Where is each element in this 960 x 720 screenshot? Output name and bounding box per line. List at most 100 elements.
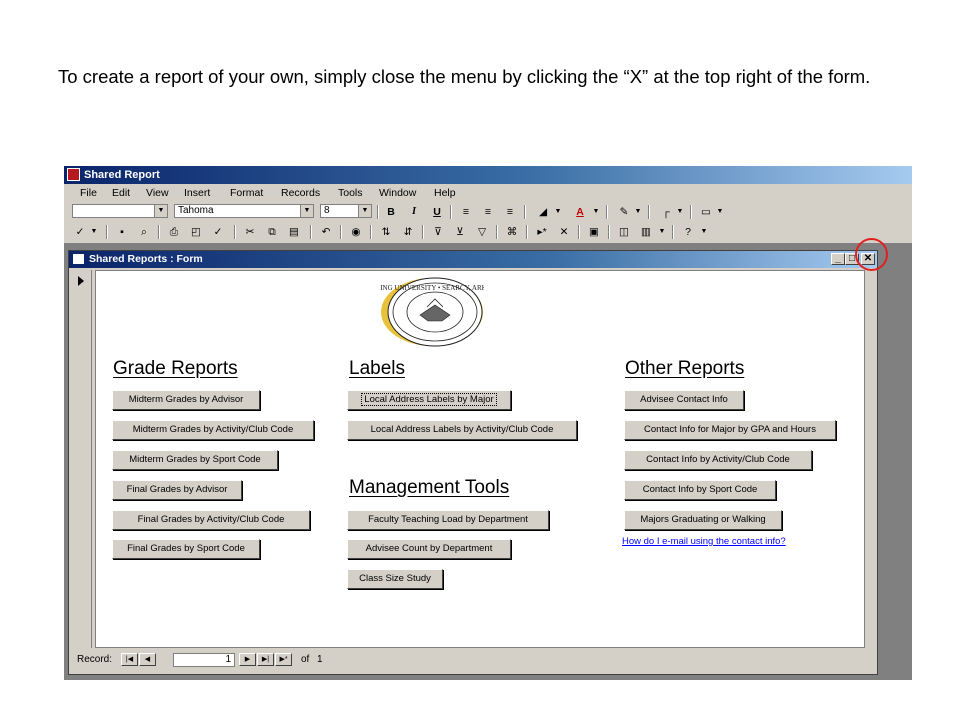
toolbar-separator	[524, 205, 526, 219]
local-address-labels-by-major-button[interactable]: Local Address Labels by Major	[347, 390, 511, 410]
record-navigation-bar: Record: |◀ ◀ 1 ▶ ▶| ▶* of 1	[73, 650, 873, 670]
form-title-bar: Shared Reports : Form _ □ ✕	[69, 251, 877, 268]
spelling-icon[interactable]: ✓	[210, 224, 226, 240]
menu-view[interactable]: View	[146, 184, 169, 202]
dropdown-arrow-icon[interactable]: ▼	[592, 204, 600, 220]
hyperlink-icon[interactable]: ◉	[348, 224, 364, 240]
record-selector[interactable]	[71, 270, 92, 648]
find-icon[interactable]: ⌘	[504, 224, 520, 240]
menu-insert[interactable]: Insert	[184, 184, 210, 202]
align-left-icon[interactable]: ≡	[458, 204, 474, 220]
toolbar-separator	[450, 205, 452, 219]
new-record-icon[interactable]: ▸*	[534, 224, 550, 240]
button-label: Local Address Labels by Major	[361, 393, 497, 406]
fill-color-icon[interactable]: ◢	[534, 204, 552, 220]
print-icon[interactable]: ⎙	[166, 224, 182, 240]
sort-descending-icon[interactable]: ⇵	[400, 224, 416, 240]
line-color-icon[interactable]: ✎	[616, 204, 632, 220]
apply-filter-icon[interactable]: ▽	[474, 224, 490, 240]
contact-info-by-sport-button[interactable]: Contact Info by Sport Code	[624, 480, 776, 500]
final-grades-by-activity-button[interactable]: Final Grades by Activity/Club Code	[112, 510, 310, 530]
new-object-icon[interactable]: ▥	[638, 224, 654, 240]
menu-help[interactable]: Help	[434, 184, 456, 202]
filter-by-form-icon[interactable]: ⊻	[452, 224, 468, 240]
previous-record-icon[interactable]: ◀	[139, 653, 156, 666]
special-effect-icon[interactable]: ▭	[698, 204, 714, 220]
dropdown-arrow-icon[interactable]: ▼	[358, 205, 371, 217]
midterm-grades-by-activity-button[interactable]: Midterm Grades by Activity/Club Code	[112, 420, 314, 440]
dropdown-arrow-icon[interactable]: ▼	[634, 204, 642, 220]
font-name-combo[interactable]: Tahoma ▼	[174, 204, 314, 218]
menu-records[interactable]: Records	[281, 184, 320, 202]
font-color-icon[interactable]: A	[572, 204, 588, 220]
dropdown-arrow-icon[interactable]: ▼	[90, 224, 98, 240]
local-address-labels-by-activity-button[interactable]: Local Address Labels by Activity/Club Co…	[347, 420, 577, 440]
midterm-grades-by-sport-button[interactable]: Midterm Grades by Sport Code	[112, 450, 278, 470]
dropdown-arrow-icon[interactable]: ▼	[554, 204, 562, 220]
line-width-icon[interactable]: ┌	[658, 204, 674, 220]
record-label: Record:	[77, 654, 113, 665]
new-record-nav-icon[interactable]: ▶*	[275, 653, 292, 666]
dropdown-arrow-icon[interactable]: ▼	[658, 224, 666, 240]
advisee-contact-info-button[interactable]: Advisee Contact Info	[624, 390, 744, 410]
toolbar-separator	[377, 205, 379, 219]
final-grades-by-advisor-button[interactable]: Final Grades by Advisor	[112, 480, 242, 500]
undo-icon[interactable]: ↶	[318, 224, 334, 240]
align-center-icon[interactable]: ≡	[480, 204, 496, 220]
menu-format[interactable]: Format	[230, 184, 263, 202]
menu-tools[interactable]: Tools	[338, 184, 363, 202]
italic-button[interactable]: I	[407, 204, 421, 220]
filter-by-selection-icon[interactable]: ⊽	[430, 224, 446, 240]
help-icon[interactable]: ?	[680, 224, 696, 240]
paste-icon[interactable]: ▤	[286, 224, 302, 240]
underline-button[interactable]: U	[430, 204, 444, 220]
sort-ascending-icon[interactable]: ⇅	[378, 224, 394, 240]
dropdown-arrow-icon[interactable]: ▼	[700, 224, 708, 240]
font-name-value: Tahoma	[178, 205, 214, 216]
dropdown-arrow-icon[interactable]: ▼	[716, 204, 724, 220]
advisee-count-button[interactable]: Advisee Count by Department	[347, 539, 511, 559]
search-icon[interactable]: ⌕	[136, 224, 152, 240]
cut-icon[interactable]: ✂	[242, 224, 258, 240]
class-size-study-button[interactable]: Class Size Study	[347, 569, 443, 589]
font-size-combo[interactable]: 8 ▼	[320, 204, 372, 218]
app-title: Shared Report	[84, 169, 160, 181]
first-record-icon[interactable]: |◀	[121, 653, 138, 666]
form-detail-area: HARDING UNIVERSITY • SEARCY, ARKANSAS Gr…	[95, 270, 865, 648]
copy-icon[interactable]: ⧉	[264, 224, 280, 240]
menu-file[interactable]: File	[80, 184, 97, 202]
management-tools-heading: Management Tools	[349, 477, 510, 498]
midterm-grades-by-advisor-button[interactable]: Midterm Grades by Advisor	[112, 390, 260, 410]
last-record-icon[interactable]: ▶|	[257, 653, 274, 666]
form-vertical-scrollbar[interactable]	[867, 270, 875, 648]
save-icon[interactable]: ▪	[114, 224, 130, 240]
standard-toolbar: ✓ ▼ ▪ ⌕ ⎙ ◰ ✓ ✂ ⧉ ▤ ↶ ◉ ⇅ ⇵ ⊽ ⊻ ▽ ⌘ ▸* ✕…	[64, 222, 912, 242]
email-help-link[interactable]: How do I e-mail using the contact info?	[622, 536, 786, 547]
current-record-input[interactable]: 1	[173, 653, 235, 667]
faculty-teaching-load-button[interactable]: Faculty Teaching Load by Department	[347, 510, 549, 530]
delete-record-icon[interactable]: ✕	[556, 224, 572, 240]
dropdown-arrow-icon[interactable]: ▼	[676, 204, 684, 220]
database-window-icon[interactable]: ◫	[616, 224, 632, 240]
final-grades-by-sport-button[interactable]: Final Grades by Sport Code	[112, 539, 260, 559]
align-right-icon[interactable]: ≡	[502, 204, 518, 220]
toolbar-separator	[690, 205, 692, 219]
print-preview-icon[interactable]: ◰	[188, 224, 204, 240]
majors-graduating-button[interactable]: Majors Graduating or Walking	[624, 510, 782, 530]
menu-bar: File Edit View Insert Format Records Too…	[64, 184, 912, 202]
menu-edit[interactable]: Edit	[112, 184, 130, 202]
contact-info-for-major-button[interactable]: Contact Info for Major by GPA and Hours	[624, 420, 836, 440]
contact-info-by-activity-button[interactable]: Contact Info by Activity/Club Code	[624, 450, 812, 470]
toolbar-separator	[648, 205, 650, 219]
bold-button[interactable]: B	[384, 204, 398, 220]
next-record-icon[interactable]: ▶	[239, 653, 256, 666]
menu-window[interactable]: Window	[379, 184, 416, 202]
properties-icon[interactable]: ▣	[586, 224, 602, 240]
object-combo[interactable]: ▼	[72, 204, 168, 218]
dropdown-arrow-icon[interactable]: ▼	[300, 205, 313, 217]
toolbar-separator	[526, 225, 528, 239]
minimize-button[interactable]: _	[831, 253, 845, 265]
app-title-bar: Shared Report	[64, 166, 912, 184]
view-icon[interactable]: ✓	[72, 224, 88, 240]
dropdown-arrow-icon[interactable]: ▼	[154, 205, 167, 217]
